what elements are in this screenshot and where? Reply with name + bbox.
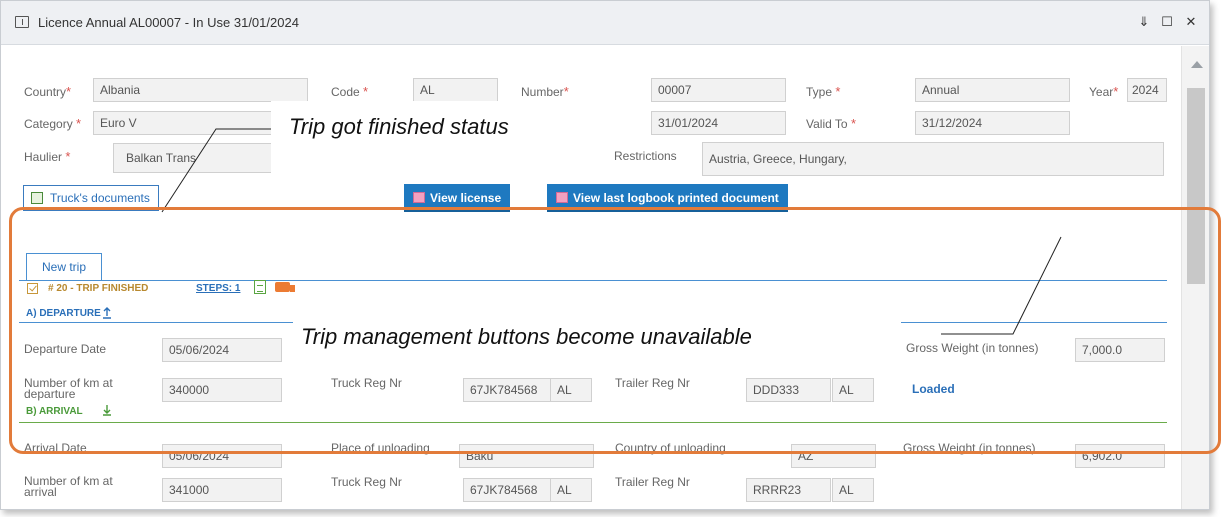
callout-finished-status: Trip got finished status [271,101,611,173]
upload-icon [103,307,111,319]
arrival-divider [19,422,1167,423]
arrival-trailer-reg-field[interactable]: RRRR23 [746,478,831,502]
arrival-truck-reg-label: Truck Reg Nr [331,475,402,489]
scroll-thumb[interactable] [1187,88,1205,284]
document-icon[interactable] [254,280,266,294]
valid-to-field[interactable]: 31/12/2024 [915,111,1070,135]
valid-from-field[interactable]: 31/01/2024 [651,111,786,135]
arrival-country-field[interactable]: AZ [791,444,876,468]
valid-to-label: Valid To * [806,116,856,131]
departure-truck-country-field[interactable]: AL [550,378,592,402]
pin-button[interactable]: ⇓ [1133,11,1155,33]
title-bar: Licence Annual AL00007 - In Use 31/01/20… [1,1,1209,45]
document-icon [31,192,43,204]
view-license-label: View license [430,191,502,205]
year-label: Year* [1089,84,1119,99]
form-icon [15,16,29,28]
truck-icon[interactable] [275,282,295,292]
code-label: Code * [331,84,369,99]
view-license-button[interactable]: View license [404,184,511,212]
departure-gross-weight-field[interactable]: 7,000.0 [1075,338,1165,362]
checkbox-icon [27,283,38,294]
code-field[interactable]: AL [413,78,498,102]
pdf-icon [556,192,568,203]
callout-buttons-unavailable: Trip management buttons become unavailab… [293,316,901,364]
year-field[interactable]: 2024 [1127,78,1167,102]
restrictions-field[interactable]: Austria, Greece, Hungary, [702,142,1164,176]
restrictions-label: Restrictions [614,149,677,163]
download-icon [103,405,111,416]
arrival-km-label: Number of km at arrival [24,474,113,499]
trucks-documents-button[interactable]: Truck's documents [23,185,159,211]
departure-gross-weight-label: Gross Weight (in tonnes) [906,341,1039,355]
country-label: Country* [24,84,72,99]
country-field[interactable]: Albania [93,78,308,102]
departure-trailer-reg-field[interactable]: DDD333 [746,378,831,402]
arrival-trailer-reg-label: Trailer Reg Nr [615,475,690,489]
vertical-scrollbar[interactable] [1181,46,1209,509]
type-label: Type * [806,84,841,99]
maximize-button[interactable]: ☐ [1156,11,1178,33]
licence-window: Licence Annual AL00007 - In Use 31/01/20… [0,0,1210,510]
category-label: Category * [24,116,82,131]
steps-link[interactable]: STEPS: 1 [196,283,240,294]
departure-date-field[interactable]: 05/06/2024 [162,338,282,362]
arrival-place-field[interactable]: Baku [459,444,594,468]
departure-km-field[interactable]: 340000 [162,378,282,402]
departure-trailer-reg-label: Trailer Reg Nr [615,376,690,390]
departure-section-title: A) DEPARTURE [26,308,101,319]
view-logbook-label: View last logbook printed document [573,191,779,205]
scroll-up-arrow-icon[interactable] [1191,61,1203,68]
arrival-section-title: B) ARRIVAL [26,406,83,417]
trucks-documents-label: Truck's documents [50,191,150,205]
type-field[interactable]: Annual [915,78,1070,102]
departure-truck-reg-field[interactable]: 67JK784568 [463,378,551,402]
tab-underline [19,280,1167,281]
arrival-place-label: Place of unloading [331,441,430,455]
window-title: Licence Annual AL00007 - In Use 31/01/20… [38,15,299,30]
haulier-label: Haulier * [24,149,71,164]
departure-km-label: Number of km at departure [24,376,113,401]
arrival-date-label: Arrival Date [24,441,87,455]
number-label: Number* [521,84,569,99]
arrival-truck-reg-field[interactable]: 67JK784568 [463,478,551,502]
load-status: Loaded [912,382,955,396]
departure-truck-reg-label: Truck Reg Nr [331,376,402,390]
arrival-gross-weight-label: Gross Weight (in tonnes) [903,441,1036,455]
arrival-gross-weight-field[interactable]: 6,902.0 [1075,444,1165,468]
departure-date-label: Departure Date [24,342,107,356]
arrival-km-field[interactable]: 341000 [162,478,282,502]
trip-status: # 20 - TRIP FINISHED [48,283,149,294]
arrival-truck-country-field[interactable]: AL [550,478,592,502]
departure-trailer-country-field[interactable]: AL [832,378,874,402]
arrival-date-field[interactable]: 05/06/2024 [162,444,282,468]
view-logbook-button[interactable]: View last logbook printed document [547,184,788,212]
arrival-trailer-country-field[interactable]: AL [832,478,874,502]
arrival-country-label: Country of unloading [615,441,726,455]
tab-new-trip[interactable]: New trip [26,253,102,281]
pdf-icon [413,192,425,203]
close-button[interactable]: ✕ [1180,11,1202,33]
number-field[interactable]: 00007 [651,78,786,102]
